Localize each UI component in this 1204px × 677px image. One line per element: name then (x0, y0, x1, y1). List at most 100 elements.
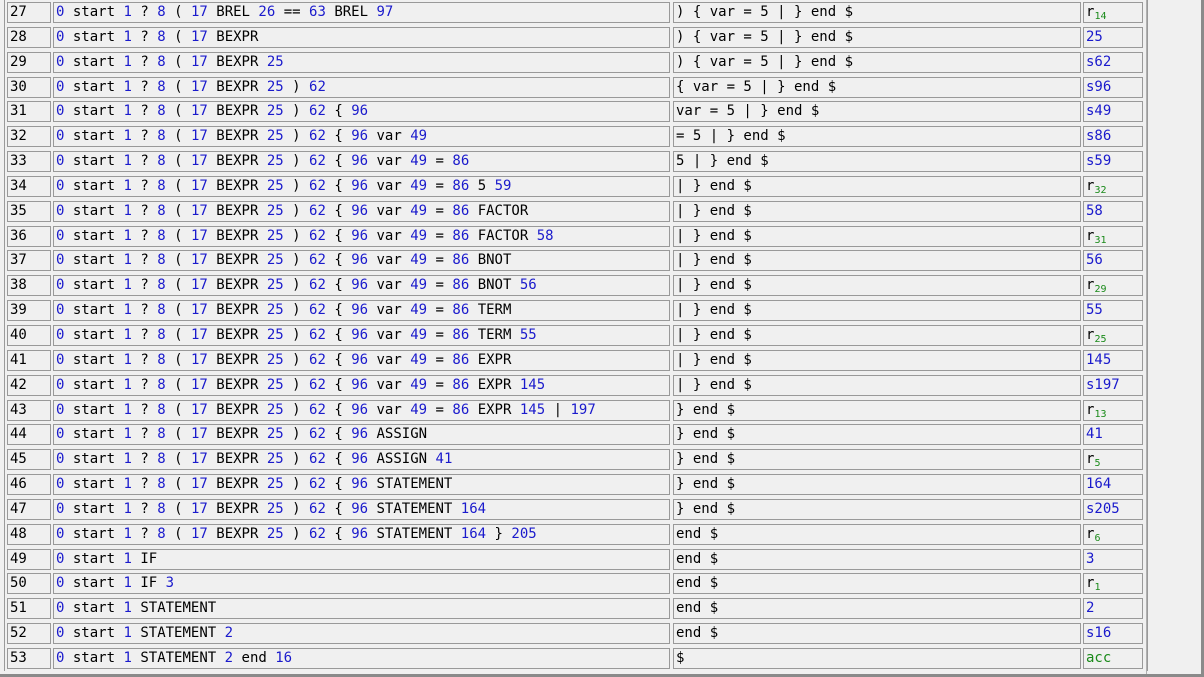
table-row: 47 0 start 1 ? 8 ( 17 BEXPR 25 ) 62 { 96 … (5, 497, 1147, 522)
step-number-cell: 38 (7, 275, 51, 297)
stack-symbol: BEXPR (216, 53, 259, 70)
accept-action: acc (1086, 649, 1112, 666)
step-number-cell: 31 (7, 101, 51, 123)
stack-state: 17 (190, 4, 208, 20)
stack-symbol: ) (292, 500, 301, 517)
table-row: 38 0 start 1 ? 8 ( 17 BEXPR 25 ) 62 { 96 … (5, 273, 1147, 298)
step-number-cell: 48 (7, 523, 51, 545)
stack-state: 0 (56, 476, 65, 493)
stack-symbol: STATEMENT (376, 525, 453, 542)
stack-state: 0 (56, 277, 65, 294)
stack-cell: 0 start 1 ? 8 ( 17 BEXPR 25 ) 62 { 96 va… (53, 275, 670, 297)
stack-symbol: { (334, 128, 343, 145)
table-row: 30 0 start 1 ? 8 ( 17 BEXPR 25 ) 62{ var … (5, 75, 1147, 100)
stack-symbol: BEXPR (216, 326, 259, 343)
stack-state: 25 (266, 376, 284, 393)
input-cell: | } end $ (673, 275, 1081, 297)
stack-symbol: start (72, 401, 116, 418)
stack-symbol: BEXPR (216, 500, 259, 517)
stack-state: 62 (309, 227, 326, 244)
stack-symbol: ? (140, 252, 149, 269)
stack-cell: 0 start 1 ? 8 ( 17 BEXPR 25 ) 62 { 96 ST… (53, 498, 670, 520)
stack-symbol: ) (292, 177, 301, 194)
stack-state: 0 (56, 376, 65, 393)
stack-cell: 0 start 1 ? 8 ( 17 BEXPR 25 ) 62 { 96 va… (53, 225, 670, 247)
stack-state: 96 (351, 401, 369, 418)
stack-cell: 0 start 1 ? 8 ( 17 BEXPR 25 ) 62 { 96 va… (53, 250, 670, 272)
stack-symbol: start (72, 153, 116, 170)
stack-state: 25 (266, 128, 284, 145)
reduce-rule-number: 5 (1094, 458, 1101, 470)
step-number-cell: 39 (7, 300, 51, 322)
stack-symbol: ( (174, 202, 183, 219)
stack-symbol: var (376, 177, 402, 194)
goto-action: 3 (1086, 550, 1095, 567)
input-cell: } end $ (673, 424, 1081, 446)
stack-symbol: start (72, 500, 116, 517)
stack-symbol: var (376, 202, 402, 219)
step-number-cell: 29 (7, 51, 51, 73)
stack-state: 25 (266, 53, 284, 70)
stack-state: 17 (190, 227, 208, 244)
stack-state: 1 (123, 53, 132, 70)
stack-state: 62 (309, 153, 326, 170)
stack-state: 86 (452, 202, 470, 219)
stack-state: 62 (309, 326, 326, 343)
stack-symbol: start (72, 625, 116, 642)
step-number-cell: 41 (7, 349, 51, 371)
stack-state: 0 (56, 326, 65, 343)
stack-symbol: = (435, 227, 444, 244)
action-cell: 145 (1083, 349, 1143, 371)
stack-symbol: var (376, 401, 402, 418)
action-cell: r31 (1083, 225, 1143, 247)
action-cell: s86 (1083, 126, 1143, 148)
stack-symbol: ( (174, 128, 183, 145)
step-number-cell: 35 (7, 200, 51, 222)
stack-symbol: start (72, 252, 116, 269)
stack-symbol: BEXPR (216, 451, 259, 468)
action-cell: 164 (1083, 474, 1143, 496)
table-row: 39 0 start 1 ? 8 ( 17 BEXPR 25 ) 62 { 96 … (5, 298, 1147, 323)
stack-symbol: var (376, 351, 402, 368)
stack-state: 62 (309, 500, 326, 517)
stack-state: 8 (157, 326, 166, 343)
step-number-cell: 32 (7, 126, 51, 148)
stack-symbol: BEXPR (216, 376, 259, 393)
stack-state: 62 (309, 476, 326, 493)
action-cell: r25 (1083, 324, 1143, 346)
stack-symbol: { (334, 302, 343, 319)
stack-symbol: { (334, 202, 343, 219)
stack-cell: 0 start 1 ? 8 ( 17 BEXPR 25 ) 62 (53, 76, 670, 98)
stack-symbol: IF (140, 575, 158, 592)
stack-state: 164 (460, 525, 487, 542)
stack-symbol: = (435, 153, 444, 170)
stack-symbol: ? (140, 103, 149, 120)
reduce-rule-number: 1 (1094, 582, 1101, 594)
stack-cell: 0 start 1 IF 3 (53, 573, 670, 595)
stack-state: 49 (410, 128, 428, 145)
action-cell: r14 (1083, 2, 1143, 23)
stack-state: 17 (190, 202, 208, 219)
stack-symbol: ) (292, 426, 301, 443)
stack-state: 17 (190, 103, 208, 120)
input-cell: ) { var = 5 | } end $ (673, 51, 1081, 73)
action-cell: 25 (1083, 26, 1143, 48)
stack-symbol: ) (292, 476, 301, 493)
goto-action: 41 (1086, 426, 1103, 443)
stack-symbol: ) (292, 376, 301, 393)
stack-symbol: { (334, 177, 343, 194)
stack-state: 96 (351, 128, 369, 145)
stack-state: 0 (56, 600, 65, 617)
action-cell: 56 (1083, 250, 1143, 272)
reduce-rule-number: 14 (1094, 11, 1107, 22)
stack-symbol: ? (140, 53, 149, 70)
stack-state: 58 (536, 227, 554, 244)
stack-state: 8 (157, 128, 166, 145)
action-cell: s62 (1083, 51, 1143, 73)
stack-symbol: start (72, 78, 116, 95)
stack-state: 86 (452, 177, 470, 194)
stack-state: 8 (157, 202, 166, 219)
table-row: 49 0 start 1 IF end $3 (5, 547, 1147, 572)
stack-state: 1 (123, 351, 132, 368)
stack-symbol: TERM (477, 302, 512, 319)
